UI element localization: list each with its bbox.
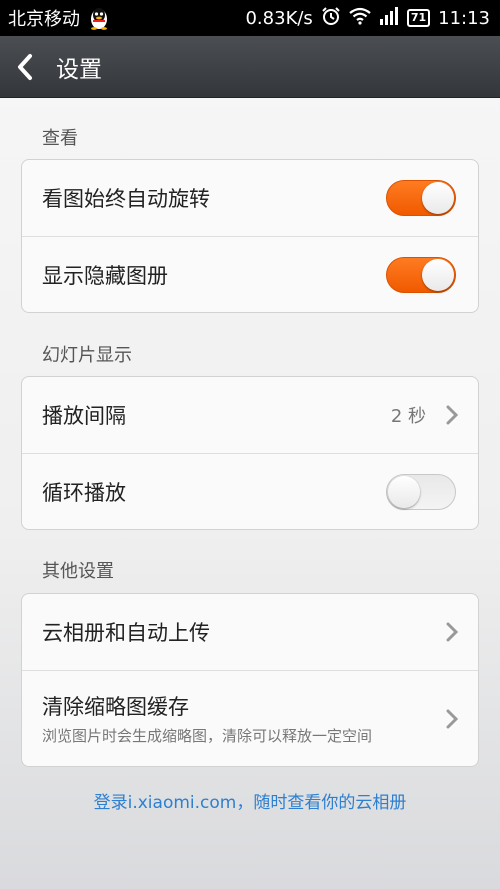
setting-label: 循环播放 [42, 480, 126, 505]
setting-label: 清除缩略图缓存 [42, 694, 189, 719]
setting-auto-rotate[interactable]: 看图始终自动旋转 [22, 160, 478, 236]
chevron-right-icon [446, 622, 458, 642]
signal-icon [379, 6, 399, 30]
auto-rotate-toggle[interactable] [386, 180, 456, 216]
back-button[interactable] [0, 36, 50, 98]
interval-value: 2 秒 [390, 406, 426, 427]
setting-clear-thumbnail-cache[interactable]: 清除缩略图缓存 浏览图片时会生成缩略图，清除可以释放一定空间 [22, 670, 478, 766]
section-label-view: 查看 [42, 128, 78, 149]
qq-penguin-icon [88, 6, 110, 30]
setting-label: 显示隐藏图册 [42, 263, 168, 288]
settings-card-other: 云相册和自动上传 清除缩略图缓存 浏览图片时会生成缩略图，清除可以释放一定空间 [21, 593, 479, 767]
setting-label: 看图始终自动旋转 [42, 187, 210, 211]
setting-loop-play[interactable]: 循环播放 [22, 453, 478, 529]
xiaomi-cloud-login-link[interactable]: 登录i.xiaomi.com，随时查看你的云相册 [0, 788, 500, 813]
page-title: 设置 [56, 56, 102, 83]
title-bar: 设置 [0, 36, 500, 98]
network-speed: 0.83K/s [245, 7, 313, 29]
section-label-other: 其他设置 [42, 561, 114, 582]
chevron-right-icon [446, 405, 458, 425]
setting-cloud-album[interactable]: 云相册和自动上传 [22, 594, 478, 670]
status-bar: 北京移动 0.83K/s 71 11:13 [0, 0, 500, 36]
setting-label: 云相册和自动上传 [42, 621, 210, 645]
setting-description: 浏览图片时会生成缩略图，清除可以释放一定空间 [42, 726, 373, 745]
alarm-icon [321, 6, 341, 31]
settings-card-view: 看图始终自动旋转 显示隐藏图册 [21, 159, 479, 313]
battery-level: 71 [406, 9, 431, 27]
carrier-name: 北京移动 [8, 9, 80, 30]
loop-play-toggle[interactable] [386, 473, 456, 510]
setting-play-interval[interactable]: 播放间隔 2 秒 [22, 377, 478, 453]
clock: 11:13 [438, 7, 490, 29]
wifi-icon [349, 7, 371, 30]
setting-label: 播放间隔 [42, 404, 126, 428]
settings-card-slideshow: 播放间隔 2 秒 循环播放 [21, 376, 479, 530]
setting-show-hidden-albums[interactable]: 显示隐藏图册 [22, 236, 478, 312]
section-label-slideshow: 幻灯片显示 [42, 345, 132, 366]
chevron-right-icon [446, 709, 458, 728]
show-hidden-toggle[interactable] [386, 256, 456, 293]
chevron-left-icon [18, 53, 32, 80]
